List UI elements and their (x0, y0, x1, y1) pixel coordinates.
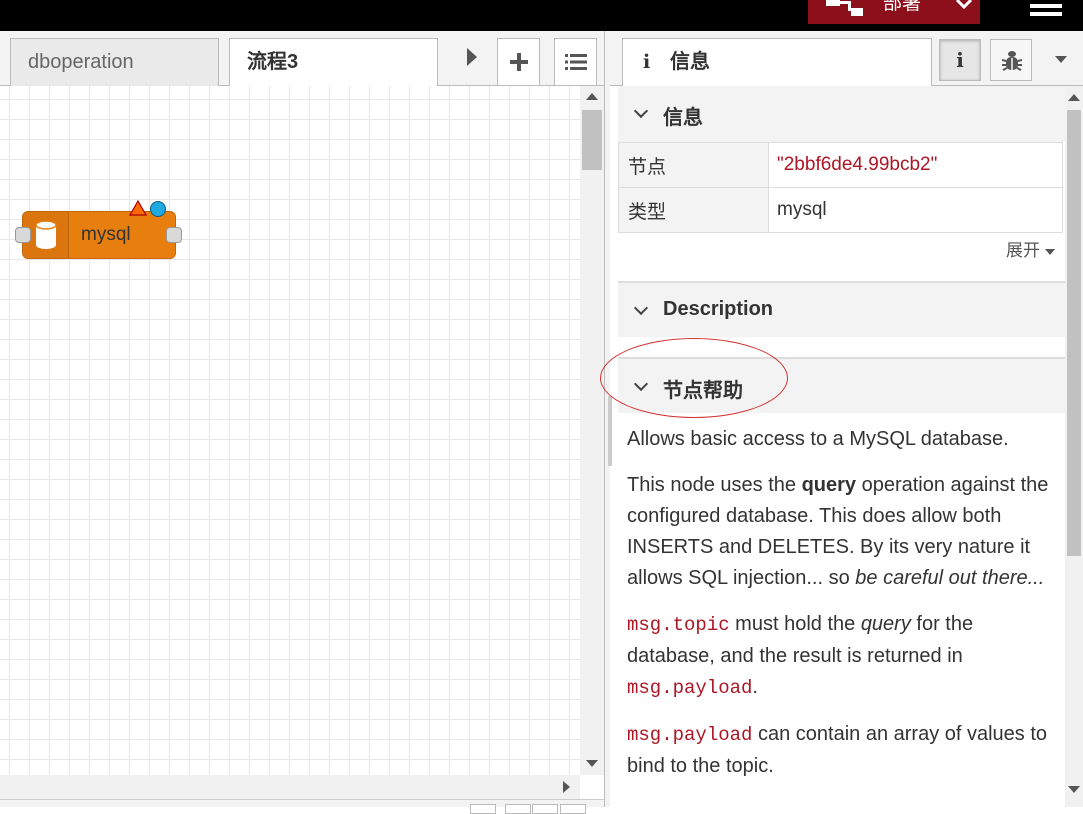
warning-triangle-icon (129, 200, 147, 216)
help-paragraph: This node uses the query operation again… (627, 470, 1057, 594)
help-text: . (752, 676, 758, 698)
add-flow-button[interactable] (497, 38, 540, 86)
list-icon (564, 54, 587, 70)
tab-flow3[interactable]: 流程3 (229, 38, 438, 87)
property-value: "2bbf6de4.99bcb2" (768, 142, 1063, 188)
chevron-down-icon (633, 376, 649, 392)
deploy-label: 部署 (883, 0, 922, 14)
help-bold: query (801, 474, 857, 496)
add-icon (509, 53, 528, 71)
hamburger-icon[interactable] (1030, 0, 1062, 16)
tab-info-label: 信息 (670, 51, 710, 73)
canvas-footer (0, 799, 606, 814)
expand-link[interactable]: 展开 (1006, 236, 1055, 261)
help-text: Allows basic access to a MySQL database. (627, 428, 1009, 450)
help-code: msg.payload (627, 724, 753, 746)
footer-button[interactable] (505, 804, 531, 814)
scroll-right-arrow-icon[interactable] (563, 781, 570, 793)
panel-splitter[interactable] (604, 31, 612, 807)
mysql-node[interactable]: mysql (22, 211, 176, 259)
info-icon: i (643, 51, 651, 73)
help-text: This node uses the (627, 474, 802, 496)
chevron-down-icon (633, 300, 649, 316)
help-section-title: 节点帮助 (663, 380, 743, 402)
scrollbar-thumb[interactable] (582, 110, 602, 170)
sidebar-scrollbar[interactable] (1065, 86, 1083, 807)
help-section-header[interactable]: 节点帮助 (618, 357, 1065, 413)
help-italic: query (860, 613, 911, 635)
deploy-button[interactable]: 部署 (808, 0, 980, 24)
database-icon (35, 221, 57, 249)
footer-button[interactable] (470, 804, 496, 814)
node-input-port[interactable] (15, 227, 31, 243)
scrollbar-thumb[interactable] (1067, 110, 1081, 556)
flow-canvas[interactable] (0, 86, 580, 775)
footer-button[interactable] (532, 804, 558, 814)
help-content: Allows basic access to a MySQL database.… (627, 424, 1057, 797)
help-paragraph: msg.payload can contain an array of valu… (627, 719, 1057, 782)
chevron-down-icon (633, 103, 649, 119)
scroll-up-icon[interactable] (1068, 94, 1080, 101)
workspace-tab-bar: dboperation 流程3 (0, 31, 606, 87)
node-properties-table: 节点 "2bbf6de4.99bcb2" 类型 mysql (618, 142, 1063, 233)
changed-dot-icon (150, 201, 166, 217)
description-section-header[interactable]: Description (618, 281, 1065, 337)
canvas-horizontal-scrollbar[interactable] (0, 775, 580, 799)
property-key: 类型 (618, 187, 769, 233)
tab-dboperation[interactable]: dboperation (10, 38, 219, 86)
help-code: msg.topic (627, 614, 730, 636)
caret-down-icon (1045, 248, 1055, 255)
property-value: mysql (768, 187, 1063, 233)
help-paragraph: msg.topic must hold the query for the da… (627, 609, 1057, 704)
help-text: must hold the (729, 613, 861, 635)
node-output-port[interactable] (166, 227, 182, 243)
scroll-right-icon[interactable] (465, 47, 479, 72)
description-section-title: Description (663, 298, 774, 320)
info-tab-button[interactable]: i (939, 39, 981, 81)
deploy-icon (826, 0, 863, 16)
debug-tab-button[interactable] (990, 39, 1032, 81)
header-bar: 部署 (0, 0, 1083, 31)
chevron-down-icon[interactable] (1055, 56, 1067, 63)
property-key: 节点 (618, 142, 769, 188)
help-italic: be careful out there... (855, 567, 1045, 589)
tab-info[interactable]: i 信息 (622, 38, 932, 87)
info-icon: i (956, 48, 964, 72)
debug-bug-icon (1002, 51, 1022, 71)
scroll-down-icon[interactable] (1068, 786, 1080, 793)
splitter-grip[interactable] (608, 396, 612, 466)
footer-button[interactable] (560, 804, 586, 814)
scroll-down-icon[interactable] (586, 760, 598, 767)
info-panel: 信息 节点 "2bbf6de4.99bcb2" 类型 mysql 展开 Desc… (618, 86, 1065, 807)
expand-label: 展开 (1006, 241, 1040, 260)
chevron-down-icon[interactable] (954, 0, 974, 10)
scroll-up-icon[interactable] (586, 93, 598, 100)
canvas-vertical-scrollbar[interactable] (580, 86, 604, 775)
table-row: 类型 mysql (618, 187, 1063, 233)
help-paragraph: Allows basic access to a MySQL database. (627, 424, 1057, 455)
table-row: 节点 "2bbf6de4.99bcb2" (618, 142, 1063, 188)
help-code: msg.payload (627, 677, 753, 699)
node-label: mysql (81, 224, 131, 245)
info-section-title: 信息 (663, 107, 703, 129)
flow-list-button[interactable] (554, 38, 597, 86)
info-section-header[interactable]: 信息 (618, 86, 1065, 142)
sidebar-tab-bar: i 信息 i (610, 31, 1083, 87)
